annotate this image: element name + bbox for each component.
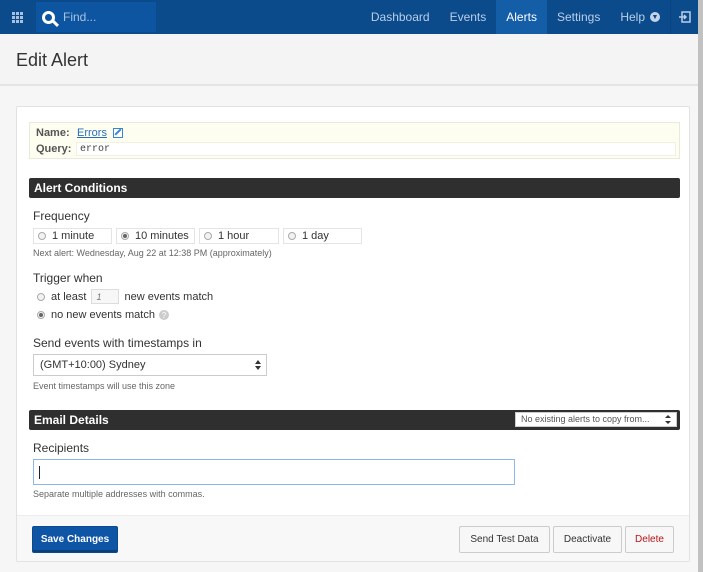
top-navbar: Dashboard Events Alerts Settings Help ▼: [0, 0, 698, 34]
copy-select-value: No existing alerts to copy from...: [521, 414, 650, 424]
frequency-label: Frequency: [33, 209, 90, 223]
logout-icon[interactable]: [670, 0, 698, 34]
search-icon: [42, 10, 55, 24]
nav-dashboard-label: Dashboard: [370, 10, 430, 24]
radio-icon[interactable]: [288, 232, 296, 240]
frequency-options: 1 minute 10 minutes 1 hour 1 day: [33, 228, 362, 244]
nav-help-label: Help: [620, 10, 645, 24]
search-box[interactable]: [36, 2, 156, 32]
new-events-match-label: new events match: [124, 290, 214, 303]
trigger-at-least-option[interactable]: at least new events match: [37, 289, 213, 304]
radio-checked-icon[interactable]: [121, 232, 129, 240]
apps-grid-icon[interactable]: [0, 0, 34, 34]
recipients-input[interactable]: [33, 459, 515, 485]
alert-name-link[interactable]: Errors: [77, 127, 107, 139]
trigger-no-new-events-option[interactable]: no new events match ?: [37, 309, 169, 321]
radio-icon[interactable]: [38, 232, 46, 240]
query-label: Query:: [36, 143, 72, 155]
at-least-label: at least: [51, 290, 87, 303]
frequency-option-label: 1 hour: [218, 230, 250, 242]
copy-from-alert-select[interactable]: No existing alerts to copy from...: [515, 412, 677, 427]
next-alert-text: Next alert: Wednesday, Aug 22 at 12:38 P…: [33, 248, 272, 258]
radio-icon[interactable]: [204, 232, 212, 240]
nav-events[interactable]: Events: [440, 0, 497, 34]
frequency-10-minutes[interactable]: 10 minutes: [116, 228, 195, 244]
deactivate-button[interactable]: Deactivate: [553, 526, 622, 553]
edit-alert-panel: Name: Errors Query: error Alert Conditio…: [16, 106, 690, 562]
radio-checked-icon[interactable]: [37, 311, 45, 319]
form-footer: Save Changes Send Test Data Deactivate D…: [17, 515, 689, 561]
select-arrows-icon: [665, 415, 671, 424]
alert-info-box: Name: Errors Query: error: [29, 122, 680, 159]
page-scrollbar[interactable]: [698, 0, 703, 572]
radio-icon[interactable]: [37, 292, 45, 301]
timezone-label: Send events with timestamps in: [33, 336, 202, 350]
timezone-help-text: Event timestamps will use this zone: [33, 381, 176, 391]
scrollbar-thumb[interactable]: [698, 0, 703, 572]
save-changes-button[interactable]: Save Changes: [32, 526, 118, 553]
nav-alerts[interactable]: Alerts: [496, 0, 547, 34]
frequency-option-label: 10 minutes: [135, 230, 189, 242]
search-input[interactable]: [63, 10, 143, 24]
delete-button[interactable]: Delete: [625, 526, 674, 553]
send-test-data-button[interactable]: Send Test Data: [459, 526, 550, 553]
frequency-option-label: 1 day: [302, 230, 329, 242]
recipients-label: Recipients: [33, 441, 90, 455]
alert-conditions-header: Alert Conditions: [29, 178, 680, 198]
recipients-help-text: Separate multiple addresses with commas.: [33, 489, 205, 499]
email-details-title: Email Details: [34, 413, 109, 427]
page-title: Edit Alert: [16, 50, 89, 70]
no-new-events-label: no new events match: [51, 309, 155, 321]
frequency-1-day[interactable]: 1 day: [283, 228, 362, 244]
help-question-icon[interactable]: ?: [158, 310, 169, 320]
nav-alerts-label: Alerts: [506, 10, 537, 24]
edit-icon[interactable]: [112, 128, 123, 138]
text-cursor: [39, 466, 40, 479]
page-header: Edit Alert: [0, 34, 698, 86]
nav-settings[interactable]: Settings: [547, 0, 610, 34]
chevron-down-icon: ▼: [650, 12, 660, 22]
nav-dashboard[interactable]: Dashboard: [361, 0, 440, 34]
nav-events-label: Events: [449, 10, 487, 24]
name-label: Name:: [36, 127, 70, 139]
timezone-select[interactable]: (GMT+10:00) Sydney: [33, 354, 267, 376]
frequency-1-minute[interactable]: 1 minute: [33, 228, 112, 244]
trigger-label: Trigger when: [33, 271, 103, 285]
name-row: Name: Errors: [36, 127, 123, 139]
frequency-option-label: 1 minute: [52, 230, 95, 242]
nav-help[interactable]: Help ▼: [610, 0, 670, 34]
event-count-input[interactable]: [91, 289, 120, 304]
nav-links: Dashboard Events Alerts Settings Help ▼: [361, 0, 698, 34]
email-details-header: Email Details No existing alerts to copy…: [29, 410, 680, 430]
nav-settings-label: Settings: [556, 10, 601, 24]
timezone-selected-value: (GMT+10:00) Sydney: [40, 359, 146, 371]
query-row: Query: error: [36, 142, 676, 156]
query-value: error: [76, 142, 676, 156]
select-arrows-icon: [255, 360, 261, 370]
frequency-1-hour[interactable]: 1 hour: [199, 228, 279, 244]
